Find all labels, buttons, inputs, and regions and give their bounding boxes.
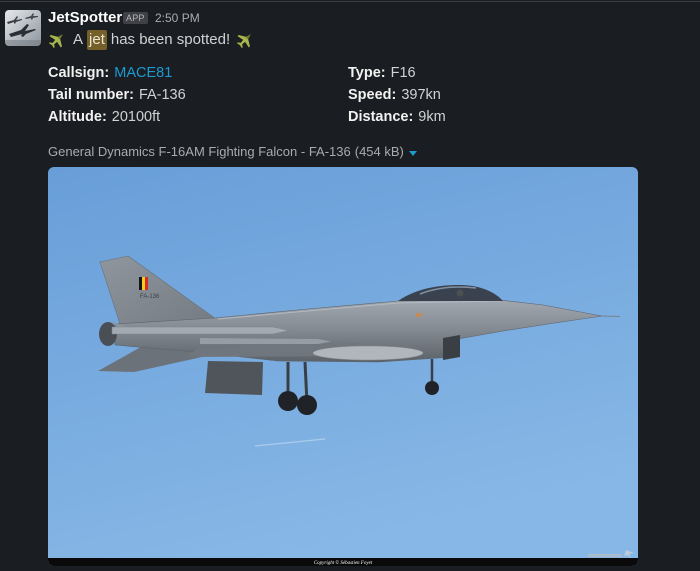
top-divider — [0, 1, 700, 2]
field-type: Type: F16 — [348, 63, 416, 83]
main-wheel — [278, 391, 298, 411]
watermark-mark — [588, 554, 622, 557]
jets-avatar-icon — [5, 10, 41, 46]
copyright-text: Copyright © Sébastien Foyet — [314, 560, 373, 566]
fuel-tank — [312, 345, 424, 361]
caret-down-icon[interactable] — [408, 150, 417, 156]
pitot-tube — [601, 315, 621, 317]
field-speed: Speed: 397kn — [348, 85, 441, 105]
attachment-title[interactable]: General Dynamics F-16AM Fighting Falcon … — [48, 144, 351, 160]
callsign-link[interactable]: MACE81 — [114, 63, 172, 83]
flag-stripe-yellow — [142, 277, 145, 290]
field-label: Speed: — [348, 87, 397, 103]
field-label: Altitude: — [48, 109, 107, 125]
nose-marking — [416, 313, 422, 317]
field-value: 9km — [418, 109, 446, 125]
pilot-helmet — [456, 289, 464, 297]
aircraft-photo[interactable]: FA-136 Copyright © Sébastien Foyet — [48, 167, 638, 566]
aircraft-photo-canvas: FA-136 Copyright © Sébastien Foyet — [48, 167, 638, 566]
message-suffix: has been spotted! — [110, 31, 231, 48]
field-value: 397kn — [401, 87, 441, 103]
field-value: 20100ft — [111, 109, 161, 125]
belgian-flag — [139, 277, 148, 290]
field-label: Callsign: — [48, 65, 110, 81]
field-value: F16 — [390, 65, 416, 81]
airplane-icon — [48, 31, 66, 49]
attachment-header: General Dynamics F-16AM Fighting Falcon … — [48, 144, 417, 160]
field-distance: Distance: 9km — [348, 107, 446, 127]
flag-stripe-red — [145, 277, 148, 290]
attachment-size: (454 kB) — [354, 144, 404, 159]
air-intake — [443, 335, 460, 360]
field-label: Distance: — [348, 109, 414, 125]
wingtip-missile — [111, 326, 290, 335]
field-value: FA-136 — [138, 87, 186, 103]
app-avatar[interactable] — [5, 10, 41, 46]
gear-door — [205, 361, 263, 395]
tail-marking: FA-136 — [140, 294, 160, 300]
airplane-icon — [236, 31, 254, 49]
app-badge: APP — [123, 12, 148, 24]
main-wheel — [297, 395, 317, 415]
field-altitude: Altitude: 20100ft — [48, 107, 160, 127]
message-prefix: A — [73, 31, 84, 48]
app-name[interactable]: JetSpotter — [48, 9, 122, 27]
flag-stripe-black — [139, 277, 142, 290]
field-label: Tail number: — [48, 87, 134, 103]
field-callsign: Callsign: MACE81 — [48, 63, 172, 83]
search-highlight: jet — [87, 30, 107, 50]
message-text: A jet has been spotted! — [48, 30, 254, 50]
message-timestamp[interactable]: 2:50 PM — [155, 11, 200, 26]
nose-wheel — [425, 381, 439, 395]
field-label: Type: — [348, 65, 386, 81]
field-tail-number: Tail number: FA-136 — [48, 85, 186, 105]
